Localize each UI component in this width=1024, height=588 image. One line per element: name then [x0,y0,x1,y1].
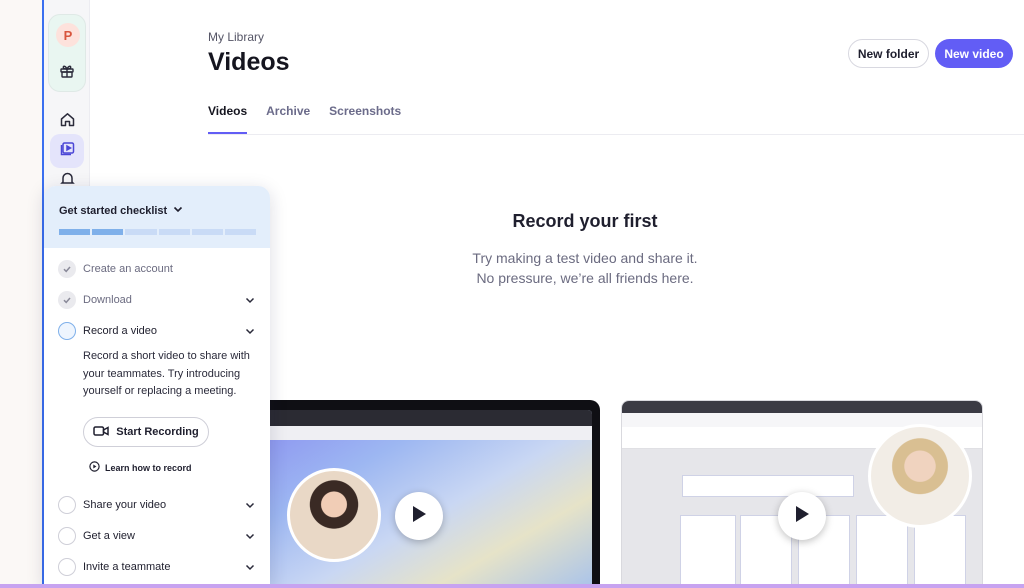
board-header [682,475,854,497]
checklist-item-label: Invite a teammate [83,561,171,573]
checklist-item-get-view[interactable]: Get a view [58,526,256,546]
tab-screenshots[interactable]: Screenshots [329,104,401,134]
avatar[interactable]: P [56,23,80,47]
record-video-description: Record a short video to share with your … [83,350,250,397]
checklist-item-label: Download [83,294,132,306]
empty-state-subtitle: Try making a test video and share it. No… [440,248,730,288]
sidebar-item-library[interactable] [50,134,84,168]
new-folder-button[interactable]: New folder [848,39,929,68]
checklist-item-record-video[interactable]: Record a video [58,321,256,341]
chevron-down-icon [173,204,183,217]
start-recording-label: Start Recording [116,426,199,438]
chevron-down-icon[interactable] [244,499,256,511]
chevron-down-icon[interactable] [244,561,256,573]
checklist-item-label: Record a video [83,325,157,337]
play-button[interactable] [395,492,443,540]
camera-bubble [868,424,972,528]
play-icon [794,505,810,528]
left-gutter [0,0,44,588]
page-title: Videos [208,48,290,76]
progress-segment [224,229,257,235]
video-camera-icon [93,425,109,440]
checklist-item-label: Create an account [83,263,173,275]
empty-state-line-1: Try making a test video and share it. [472,250,698,266]
tab-videos[interactable]: Videos [208,104,248,134]
home-icon [59,111,76,133]
progress-segment [125,229,157,235]
get-started-checklist: Get started checklist Create an account … [44,186,270,588]
chevron-down-icon[interactable] [244,325,256,337]
checklist-item-label: Share your video [83,499,167,511]
play-circle-icon [89,461,100,474]
board-column [856,515,908,587]
progress-segment [158,229,190,235]
checklist-item-label: Get a view [83,530,135,542]
browser-menubar [266,410,592,426]
circle-icon [58,527,76,545]
library-tabs: Videos Archive Screenshots [208,104,401,136]
checklist-progress [59,229,257,235]
checklist-header[interactable]: Get started checklist [44,186,270,248]
checklist-item-download[interactable]: Download [58,290,256,310]
checklist-title: Get started checklist [59,204,168,217]
empty-state-title: Record your first [512,211,658,231]
circle-icon [58,496,76,514]
gift-icon[interactable] [59,63,75,84]
tab-archive[interactable]: Archive [266,104,310,134]
check-icon [58,260,76,278]
new-video-button[interactable]: New video [935,39,1013,68]
progress-segment [191,229,223,235]
learn-how-to-record-label: Learn how to record [105,462,192,473]
account-switcher[interactable]: P [48,14,86,92]
checklist-toggle[interactable]: Get started checklist [59,204,183,217]
play-icon [411,505,427,528]
browser-addressbar [266,426,592,440]
check-icon [58,291,76,309]
play-button[interactable] [778,492,826,540]
circle-icon [58,558,76,576]
browser-menubar [622,401,982,413]
chevron-down-icon[interactable] [244,530,256,542]
board-column [680,515,736,587]
breadcrumb[interactable]: My Library [208,30,264,44]
progress-segment [59,229,91,235]
chevron-down-icon[interactable] [244,294,256,306]
library-icon [59,140,76,162]
learn-how-to-record-link[interactable]: Learn how to record [89,461,192,474]
tabs-divider [208,134,1024,135]
camera-bubble [287,468,381,562]
progress-segment [92,229,124,235]
checklist-item-create-account[interactable]: Create an account [58,259,256,279]
checklist-item-invite-teammate[interactable]: Invite a teammate [58,557,256,577]
start-recording-button[interactable]: Start Recording [83,417,209,447]
checklist-item-share-video[interactable]: Share your video [58,495,256,515]
circle-icon [58,322,76,340]
empty-state-line-2: No pressure, we’re all friends here. [476,270,694,286]
bottom-edge-bar [0,584,1024,588]
